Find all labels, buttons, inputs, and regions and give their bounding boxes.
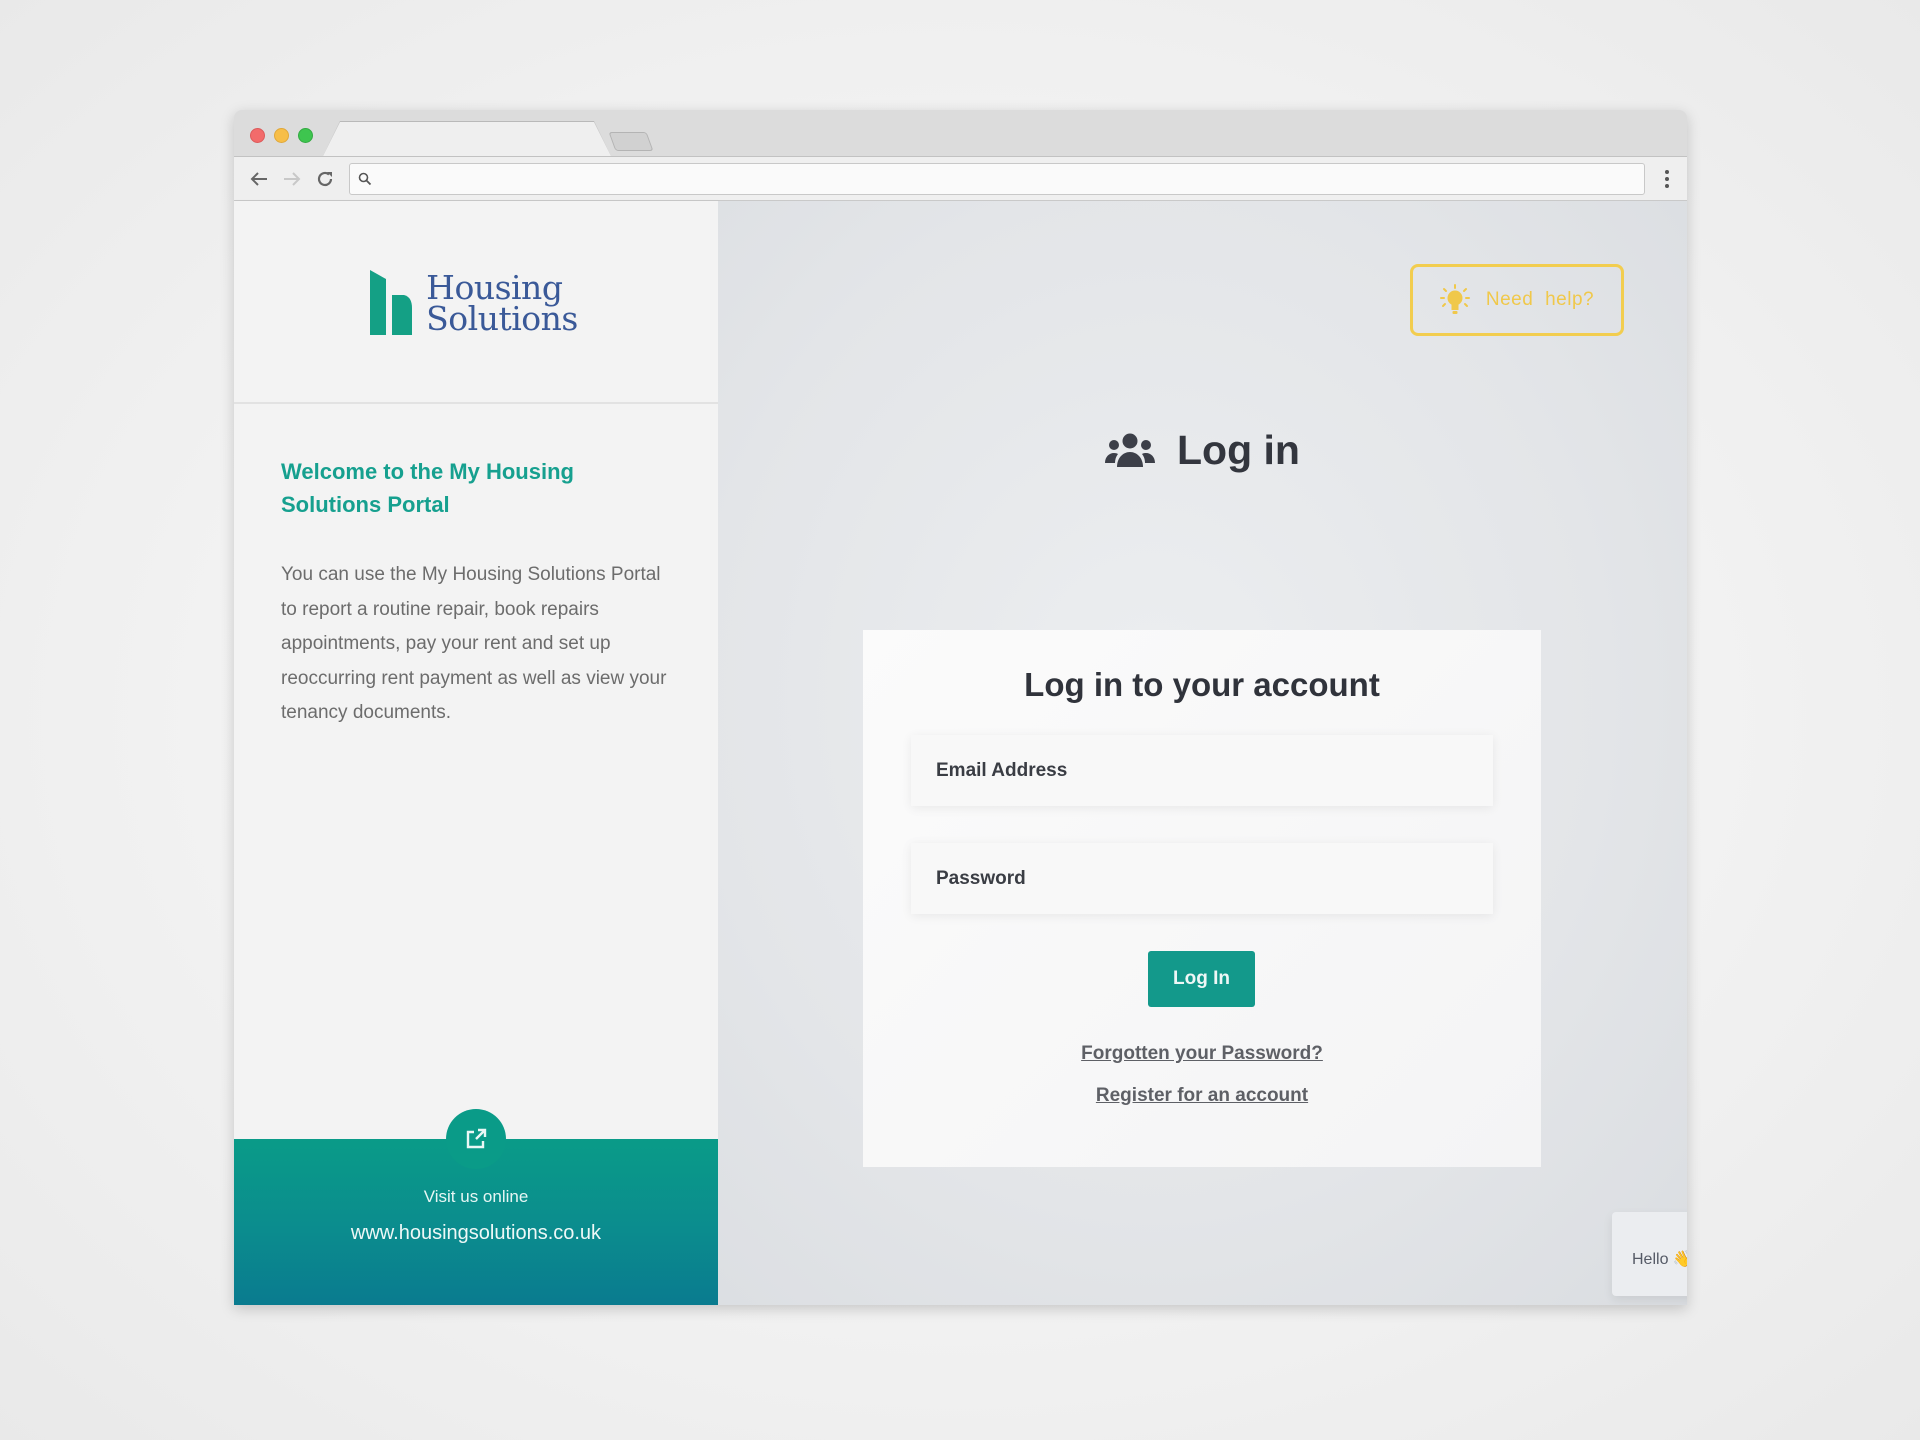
login-area: Need help? Log in Log in to your account…: [718, 201, 1687, 1305]
browser-toolbar: [234, 156, 1687, 201]
more-vertical-icon: [1665, 169, 1669, 174]
housing-solutions-logo-icon: [370, 270, 413, 335]
external-link-button[interactable]: [446, 1109, 506, 1169]
browser-tab-active[interactable]: [322, 122, 612, 158]
password-field[interactable]: [936, 867, 1493, 890]
maximize-window-button[interactable]: [298, 128, 313, 143]
lightbulb-icon: [1439, 284, 1470, 314]
brand-name: Housing Solutions: [426, 267, 578, 338]
email-field[interactable]: [936, 759, 1493, 782]
page-title: Log in: [1177, 427, 1300, 473]
visit-label: Visit us online: [423, 1187, 529, 1206]
address-bar[interactable]: [349, 162, 1645, 195]
card-title: Log in to your account: [1024, 666, 1380, 703]
chat-greeting-popup[interactable]: ✕ Hello 👋, I'm here to help.: [1612, 1212, 1687, 1296]
welcome-title: Welcome to the My Housing Solutions Port…: [281, 459, 574, 517]
search-icon: [358, 172, 372, 185]
close-window-button[interactable]: [250, 128, 265, 143]
login-card: Log in to your account Log In Forgotten …: [863, 630, 1541, 1167]
logo-header: Housing Solutions: [234, 201, 718, 404]
email-field-wrapper: [911, 735, 1493, 806]
users-icon: [1105, 433, 1156, 467]
chat-greeting-message: Hello 👋, I'm here to help.: [1632, 1251, 1687, 1268]
arrow-left-icon: [250, 171, 267, 186]
browser-window: Housing Solutions Welcome to the My Hous…: [234, 110, 1687, 1305]
tab-bar: [234, 110, 1687, 158]
register-link[interactable]: Register for an account: [863, 1085, 1541, 1107]
need-help-label: Need help?: [1485, 289, 1595, 310]
need-help-button[interactable]: Need help?: [1410, 264, 1624, 336]
reload-button[interactable]: [308, 163, 341, 195]
minimize-window-button[interactable]: [274, 128, 289, 143]
page-content: Housing Solutions Welcome to the My Hous…: [234, 201, 1687, 1305]
back-button[interactable]: [242, 163, 275, 195]
external-link-icon: [466, 1128, 487, 1149]
forgot-password-link[interactable]: Forgotten your Password?: [863, 1043, 1541, 1065]
brand-logo[interactable]: Housing Solutions: [370, 270, 578, 335]
sidebar: Housing Solutions Welcome to the My Hous…: [234, 201, 718, 1305]
forward-button[interactable]: [275, 163, 308, 195]
website-link[interactable]: www.housingsolutions.co.uk: [234, 1222, 718, 1245]
browser-menu-button[interactable]: [1659, 169, 1675, 188]
login-heading: Log in: [718, 427, 1687, 474]
login-button[interactable]: Log In: [1148, 951, 1255, 1007]
visit-online-footer: Visit us online www.housingsolutions.co.…: [234, 1109, 718, 1305]
new-tab-button[interactable]: [608, 132, 654, 151]
welcome-section: Welcome to the My Housing Solutions Port…: [234, 404, 718, 731]
welcome-description: You can use the My Housing Solutions Por…: [281, 564, 667, 723]
arrow-right-icon: [283, 171, 300, 186]
reload-icon: [317, 171, 332, 186]
password-field-wrapper: [911, 843, 1493, 914]
url-input[interactable]: [378, 170, 1644, 187]
